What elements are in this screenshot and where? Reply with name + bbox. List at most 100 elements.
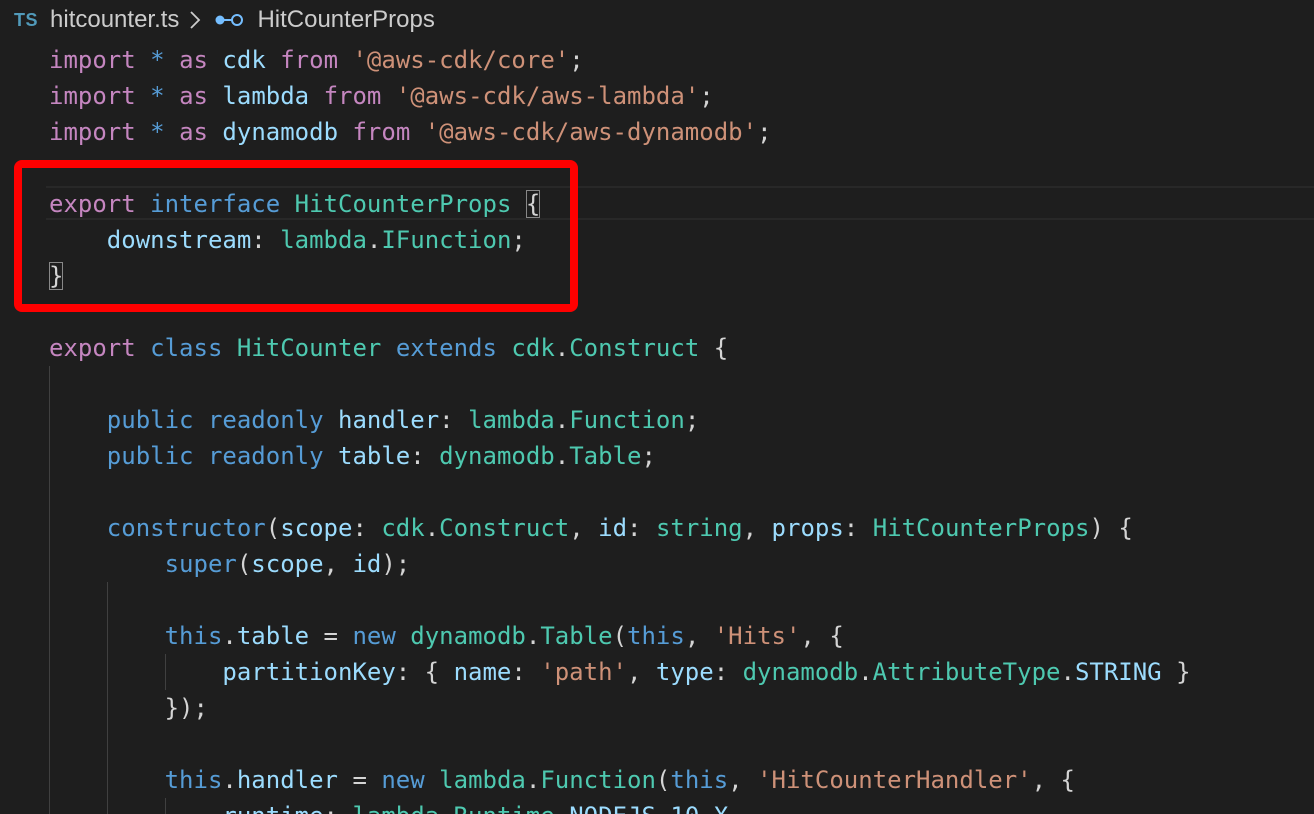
code-token: } <box>49 262 64 290</box>
code-token: : <box>627 514 656 542</box>
code-token: partitionKey <box>222 658 396 686</box>
code-token: * <box>150 82 165 110</box>
code-token: Function <box>569 406 685 434</box>
code-token: public <box>106 442 194 470</box>
code-token: . <box>555 802 569 814</box>
code-token: ; <box>699 82 714 110</box>
code-token: handler <box>236 766 338 794</box>
code-token: HitCounterProps <box>294 190 512 218</box>
code-token: name <box>453 658 512 686</box>
code-token: ; <box>569 46 584 74</box>
code-token: id <box>352 550 382 578</box>
code-token: { <box>525 190 541 218</box>
code-line: } <box>49 258 64 294</box>
code-token: handler <box>338 406 440 434</box>
code-token: scope <box>251 550 324 578</box>
code-token: { <box>699 334 729 362</box>
code-token: Runtime <box>454 802 555 814</box>
code-token: as <box>179 118 208 146</box>
code-token: from <box>323 82 382 110</box>
code-token: ) { <box>1089 514 1133 542</box>
code-token: Construct <box>569 334 700 362</box>
code-token: from <box>352 118 411 146</box>
code-token: : <box>324 802 353 814</box>
code-token: from <box>280 46 339 74</box>
code-token: . <box>554 406 570 434</box>
code-token: runtime <box>222 802 323 814</box>
code-token: HitCounter <box>236 334 382 362</box>
code-token: = <box>338 766 382 794</box>
code-token: import <box>49 82 136 110</box>
code-token: cdk <box>381 514 425 542</box>
code-token: lambda <box>352 802 439 814</box>
code-token: HitCounterProps <box>872 514 1090 542</box>
code-token: : <box>410 442 440 470</box>
code-token: : <box>511 658 541 686</box>
code-token: * <box>150 118 165 146</box>
code-token: this <box>164 622 223 650</box>
code-token: STRING <box>1074 658 1162 686</box>
code-token: cdk <box>222 46 266 74</box>
chevron-right-icon <box>189 10 201 30</box>
code-token: . <box>1060 658 1075 686</box>
code-token: . <box>525 622 541 650</box>
code-token: lambda <box>468 406 555 434</box>
code-token: = <box>309 622 353 650</box>
code-editor[interactable]: import * as cdk from '@aws-cdk/core'; imp… <box>0 42 1314 814</box>
typescript-file-icon: TS <box>14 9 39 30</box>
code-token: ( <box>612 622 628 650</box>
code-token: super <box>164 550 237 578</box>
code-token: . <box>858 658 873 686</box>
code-token: Table <box>569 442 642 470</box>
code-token: export <box>49 190 136 218</box>
code-token: this <box>670 766 729 794</box>
code-token: new <box>352 622 396 650</box>
code-token: string <box>655 514 743 542</box>
code-token: downstream <box>106 226 252 254</box>
code-line: import * as lambda from '@aws-cdk/aws-la… <box>49 78 714 114</box>
code-token: constructor <box>106 514 266 542</box>
code-line: public readonly table: dynamodb.Table; <box>49 438 656 474</box>
code-token: ( <box>655 766 671 794</box>
code-token: 'HitCounterHandler' <box>757 766 1032 794</box>
code-token: . <box>424 514 440 542</box>
code-token: , <box>742 514 772 542</box>
code-token: Table <box>540 622 613 650</box>
breadcrumb: TS hitcounter.ts HitCounterProps <box>0 0 1314 40</box>
code-token: import <box>49 118 136 146</box>
code-token: '@aws-cdk/aws-lambda' <box>395 82 700 110</box>
code-token: : <box>439 406 469 434</box>
code-token: as <box>179 82 208 110</box>
code-token: cdk <box>511 334 555 362</box>
code-token: type <box>655 658 714 686</box>
breadcrumb-symbol[interactable]: HitCounterProps <box>257 6 434 34</box>
code-token: . <box>222 622 237 650</box>
code-token: public <box>106 406 194 434</box>
code-line: import * as cdk from '@aws-cdk/core'; <box>49 42 584 78</box>
code-token: , { <box>1031 766 1075 794</box>
code-token: id <box>598 514 628 542</box>
code-token: ; <box>641 442 656 470</box>
code-line: export class HitCounter extends cdk.Cons… <box>49 330 728 366</box>
code-token: }); <box>49 694 208 722</box>
breadcrumb-file[interactable]: hitcounter.ts <box>50 6 179 34</box>
code-token: . <box>554 334 570 362</box>
code-token: ; <box>757 118 772 146</box>
code-token: 'path' <box>540 658 627 686</box>
code-token: IFunction <box>381 226 512 254</box>
code-token: export <box>49 334 136 362</box>
code-token: ; <box>511 226 526 254</box>
